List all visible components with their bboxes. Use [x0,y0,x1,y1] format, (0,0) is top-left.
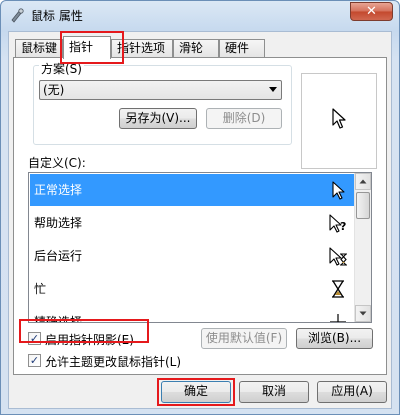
scroll-up-button[interactable] [355,173,371,190]
tab-hardware[interactable]: 硬件 [219,39,265,58]
allow-themes-label: 允许主题更改鼠标指针(L) [45,355,182,369]
dialog-client-area: 鼠标键 指针 指针选项 滑轮 硬件 方案(S) (无) 另存为(V)... 删除… [8,31,392,409]
delete-button[interactable]: 删除(D) [206,108,282,129]
cancel-button[interactable]: 取消 [239,381,309,403]
list-item-label: 忙 [34,282,47,296]
list-scrollbar[interactable] [354,173,371,322]
arrow-cursor-icon [332,108,346,129]
chevron-down-icon [269,87,277,92]
window-title: 鼠标 属性 [31,9,83,23]
working-in-background-cursor-icon [329,247,347,266]
scheme-dropdown[interactable]: (无) [39,80,282,100]
list-item[interactable]: 帮助选择 ? [30,207,354,239]
highlight-pointer-shadow [19,319,149,343]
highlight-ok-button [157,378,235,406]
tab-pointers[interactable]: 指针 [63,36,111,59]
list-item[interactable]: 忙 [30,273,354,305]
close-icon: ✕ [366,4,377,19]
customize-label: 自定义(C): [28,156,86,170]
list-item-label: 后台运行 [34,249,83,263]
mouse-icon [11,8,24,23]
mouse-properties-window: 鼠标 属性 ✕ 鼠标键 指针 指针选项 滑轮 硬件 方案(S) (无) 另存为(… [0,0,400,415]
scheme-group [33,65,292,145]
tab-buttons[interactable]: 鼠标键 [15,39,63,58]
browse-button[interactable]: 浏览(B)... [296,328,373,349]
help-cursor-icon: ? [329,214,346,233]
title-bar[interactable]: 鼠标 属性 ✕ [1,1,399,29]
list-item-label: 帮助选择 [34,216,83,230]
tab-strip: 鼠标键 指针 指针选项 滑轮 硬件 [13,36,385,59]
allow-themes-option[interactable]: ✓ 允许主题更改鼠标指针(L) [28,352,208,369]
scheme-value: (无) [43,83,65,97]
busy-hourglass-cursor-icon [332,280,344,298]
apply-button[interactable]: 应用(A) [317,381,387,403]
precision-cursor-icon [330,314,346,322]
list-item[interactable]: 正常选择 [30,174,354,206]
chevron-up-icon [359,179,367,184]
list-item[interactable]: 后台运行 [30,240,354,272]
tab-wheel[interactable]: 滑轮 [173,39,219,58]
scroll-down-button[interactable] [355,305,371,322]
list-item-label: 正常选择 [34,183,83,197]
save-as-button[interactable]: 另存为(V)... [119,108,197,129]
svg-text:?: ? [340,220,346,233]
chevron-down-icon [359,311,367,316]
use-default-button[interactable]: 使用默认值(F) [201,328,287,349]
scroll-thumb[interactable] [356,192,370,219]
arrow-cursor-icon [332,181,345,200]
allow-themes-checkbox[interactable]: ✓ [28,354,41,367]
cursor-list[interactable]: 正常选择 帮助选择 ? 后台运行 忙 精确选择 [28,172,372,323]
close-button[interactable]: ✕ [350,2,393,21]
cursor-preview [301,73,377,169]
